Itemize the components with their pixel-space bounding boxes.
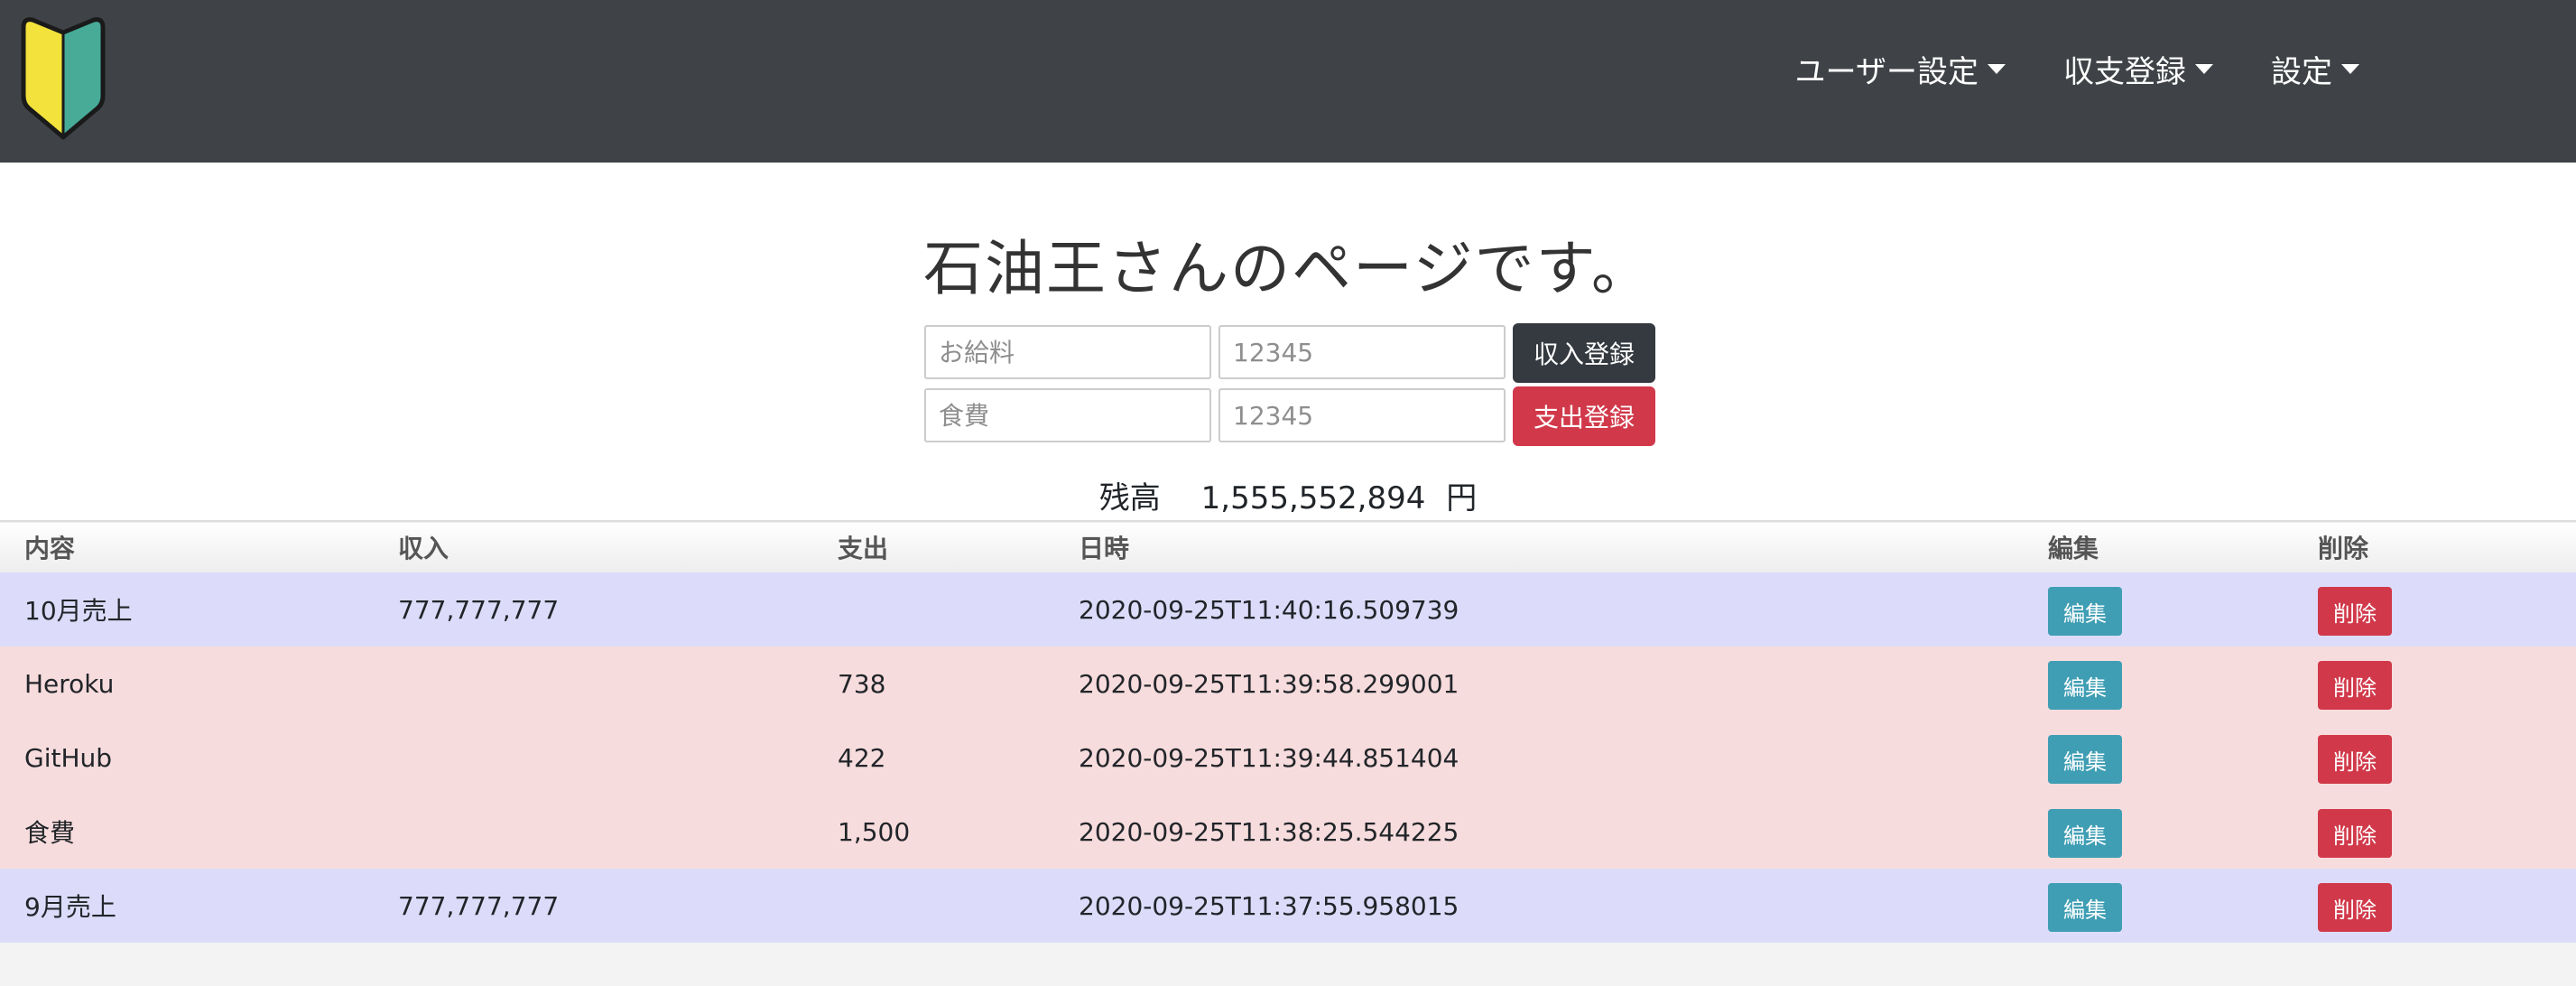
caret-down-icon <box>1988 64 2006 74</box>
balance-label: 残高 <box>1098 480 1161 516</box>
row-datetime: 2020-09-25T11:39:58.299001 <box>1079 668 1459 699</box>
row-expense: 422 <box>838 742 886 773</box>
edit-button[interactable]: 編集 <box>2048 883 2122 932</box>
delete-button[interactable]: 削除 <box>2318 587 2392 636</box>
balance-value: 1,555,552,894 <box>1200 480 1426 516</box>
beginner-mark-logo-icon[interactable] <box>18 14 108 141</box>
row-datetime: 2020-09-25T11:39:44.851404 <box>1079 742 1459 773</box>
row-edit-cell: 編集 <box>2024 572 2293 646</box>
header-edit: 編集 <box>2048 534 2099 563</box>
caret-down-icon <box>2195 64 2213 74</box>
table-row: 食費 1,500 2020-09-25T11:38:25.544225 編集 削… <box>0 795 2576 869</box>
table-header-row: 内容 収入 支出 日時 編集 削除 <box>0 521 2576 572</box>
row-delete-cell: 削除 <box>2293 646 2576 721</box>
row-datetime: 2020-09-25T11:38:25.544225 <box>1079 816 1459 847</box>
row-delete-cell: 削除 <box>2293 869 2576 943</box>
edit-button[interactable]: 編集 <box>2048 735 2122 784</box>
header-delete: 削除 <box>2318 534 2369 563</box>
row-edit-cell: 編集 <box>2024 795 2293 869</box>
row-income: 777,777,777 <box>398 890 560 921</box>
expense-form: 支出登録 <box>924 386 1655 446</box>
row-content: 食費 <box>24 818 76 848</box>
delete-button[interactable]: 削除 <box>2318 809 2392 858</box>
transactions-table: 内容 収入 支出 日時 編集 削除 10月売上 777,777,777 2020… <box>0 520 2576 943</box>
income-form: 収入登録 <box>924 323 1655 383</box>
delete-button[interactable]: 削除 <box>2318 735 2392 784</box>
row-edit-cell: 編集 <box>2024 646 2293 721</box>
transactions-table-wrapper: 内容 収入 支出 日時 編集 削除 10月売上 777,777,777 2020… <box>0 520 2576 943</box>
income-register-button[interactable]: 収入登録 <box>1513 323 1655 383</box>
row-delete-cell: 削除 <box>2293 795 2576 869</box>
nav-income-expense-dropdown[interactable]: 収支登録 <box>2063 47 2213 91</box>
header-datetime: 日時 <box>1079 534 1130 563</box>
row-delete-cell: 削除 <box>2293 572 2576 646</box>
row-content: 10月売上 <box>24 596 133 626</box>
nav-user-settings-dropdown[interactable]: ユーザー設定 <box>1795 47 2006 91</box>
row-income <box>374 646 813 721</box>
row-income: 777,777,777 <box>398 594 560 625</box>
row-expense: 1,500 <box>838 816 911 847</box>
row-expense: 738 <box>838 668 886 699</box>
header-income: 収入 <box>398 534 449 563</box>
table-row: GitHub 422 2020-09-25T11:39:44.851404 編集… <box>0 721 2576 795</box>
row-content: Heroku <box>24 668 115 699</box>
income-amount-input[interactable] <box>1219 325 1506 379</box>
navbar: ユーザー設定 収支登録 設定 <box>0 0 2576 163</box>
page-title: 石油王さんのページです。 <box>922 234 1654 303</box>
row-expense <box>813 869 1054 943</box>
delete-button[interactable]: 削除 <box>2318 661 2392 710</box>
table-row: 9月売上 777,777,777 2020-09-25T11:37:55.958… <box>0 869 2576 943</box>
row-content: 9月売上 <box>24 892 116 922</box>
header-expense: 支出 <box>838 534 889 563</box>
table-row: 10月売上 777,777,777 2020-09-25T11:40:16.50… <box>0 572 2576 646</box>
expense-amount-input[interactable] <box>1219 388 1506 442</box>
header-content: 内容 <box>24 534 76 563</box>
delete-button[interactable]: 削除 <box>2318 883 2392 932</box>
income-name-input[interactable] <box>924 325 1211 379</box>
row-edit-cell: 編集 <box>2024 721 2293 795</box>
row-content: GitHub <box>24 742 113 773</box>
row-delete-cell: 削除 <box>2293 721 2576 795</box>
row-expense <box>813 572 1054 646</box>
balance-unit: 円 <box>1446 480 1478 516</box>
table-row: Heroku 738 2020-09-25T11:39:58.299001 編集… <box>0 646 2576 721</box>
row-datetime: 2020-09-25T11:40:16.509739 <box>1079 594 1459 625</box>
row-datetime: 2020-09-25T11:37:55.958015 <box>1079 890 1459 921</box>
edit-button[interactable]: 編集 <box>2048 661 2122 710</box>
edit-button[interactable]: 編集 <box>2048 587 2122 636</box>
row-edit-cell: 編集 <box>2024 869 2293 943</box>
edit-button[interactable]: 編集 <box>2048 809 2122 858</box>
nav-user-settings-label: ユーザー設定 <box>1794 54 1978 90</box>
main-panel: 石油王さんのページです。 収入登録 支出登録 残高 1,555,552,894 … <box>0 163 2576 522</box>
expense-name-input[interactable] <box>924 388 1211 442</box>
balance-display: 残高 1,555,552,894 円 <box>0 473 2576 517</box>
caret-down-icon <box>2341 64 2359 74</box>
expense-register-button[interactable]: 支出登録 <box>1513 386 1655 446</box>
nav-income-expense-label: 収支登録 <box>2063 54 2186 90</box>
nav-settings-dropdown[interactable]: 設定 <box>2271 47 2359 91</box>
row-income <box>374 795 813 869</box>
nav-menu: ユーザー設定 収支登録 設定 <box>1795 47 2359 91</box>
row-income <box>374 721 813 795</box>
nav-settings-label: 設定 <box>2271 54 2332 90</box>
